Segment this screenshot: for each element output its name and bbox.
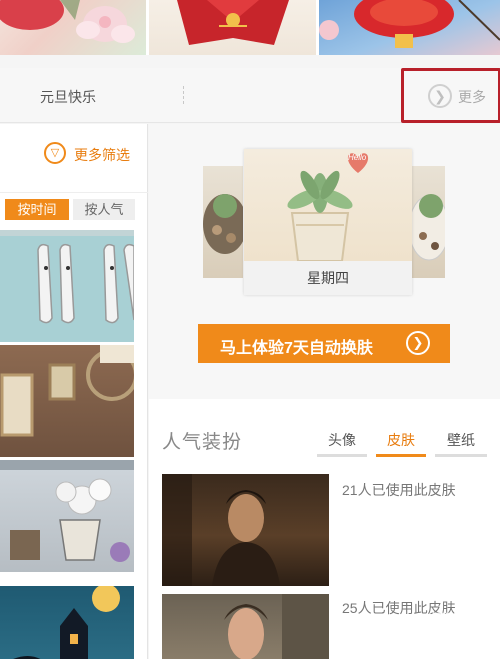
trial-auto-skin-button[interactable]: 马上体验7天自动换肤 ❯ (198, 324, 450, 363)
carousel-current-card[interactable]: Hello 星期四 (244, 149, 412, 295)
trial-button-label: 马上体验7天自动换肤 (220, 340, 373, 357)
skin-thumbnail-still-life[interactable] (0, 460, 134, 572)
skin-carousel: Hello 星期四 马上体验7天自动换肤 ❯ (149, 124, 500, 399)
carousel-card-label: 星期四 (244, 261, 412, 295)
popular-skin-thumbnail[interactable] (162, 474, 329, 586)
tab-skin[interactable]: 皮肤 (376, 430, 426, 457)
skin-usage-count: 21人已使用此皮肤 (342, 482, 456, 498)
chevron-right-circle-icon: ❯ (428, 84, 452, 108)
popular-skin-thumbnail[interactable] (162, 594, 329, 659)
carousel-prev-card[interactable] (203, 166, 243, 278)
more-filter-label: 更多筛选 (74, 147, 130, 163)
sidebar: ▽ 更多筛选 按时间 按人气 (0, 124, 148, 659)
sort-tabs: 按时间 按人气 (0, 192, 148, 220)
tab-sort-by-popularity[interactable]: 按人气 (73, 199, 135, 220)
category-label[interactable]: 元旦快乐 (40, 87, 96, 107)
more-button[interactable]: ❯ 更多 (401, 68, 500, 123)
chevron-down-circle-icon: ▽ (44, 142, 66, 164)
carousel-next-card[interactable] (411, 166, 445, 278)
banner-thumbnail-red-envelope[interactable] (149, 0, 316, 55)
main-panel: Hello 星期四 马上体验7天自动换肤 ❯ 人气装扮 头像 皮肤 壁纸 21人… (149, 124, 500, 659)
banner-thumbnail-lanterns[interactable] (319, 0, 500, 55)
skin-thumbnail-eleven[interactable] (0, 230, 134, 342)
chevron-right-circle-icon: ❯ (406, 331, 430, 355)
baidu-watermark: Baidu 经验 (384, 612, 460, 629)
skin-thumbnail-haunted-house[interactable] (0, 586, 134, 659)
tab-wallpaper[interactable]: 壁纸 (435, 430, 487, 457)
tab-sort-by-time[interactable]: 按时间 (5, 199, 69, 220)
hello-tag: Hello (348, 153, 367, 162)
succulent-image: Hello (244, 149, 412, 261)
tab-avatar[interactable]: 头像 (317, 430, 367, 457)
category-bar: 元旦快乐 ❯ 更多 (0, 68, 500, 123)
top-banner (0, 0, 500, 55)
skin-center-page: 元旦快乐 ❯ 更多 ▽ 更多筛选 按时间 按人气 Hello 星期四 马上体验7… (0, 0, 500, 659)
skin-thumbnail-vintage-room[interactable] (0, 345, 134, 457)
banner-thumbnail-blossom[interactable] (0, 0, 146, 55)
popular-title: 人气装扮 (162, 432, 243, 453)
more-button-label: 更多 (458, 89, 486, 105)
category-divider (183, 86, 184, 104)
